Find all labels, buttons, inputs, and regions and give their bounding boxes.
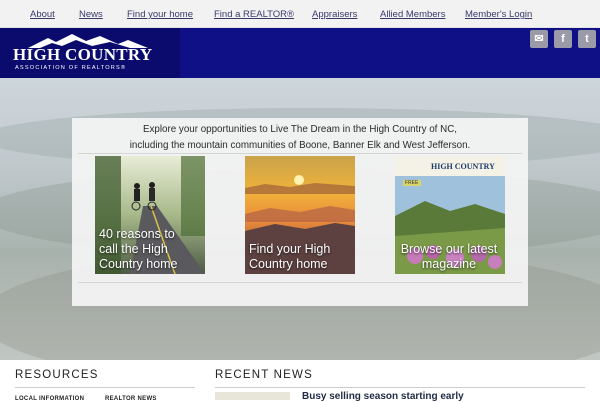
- divider: [215, 387, 585, 388]
- card-caption: Find your High Country home: [249, 242, 331, 271]
- twitter-icon[interactable]: t: [578, 30, 596, 48]
- resource-link-realtor-news[interactable]: REALTOR NEWS: [105, 396, 157, 402]
- news-thumbnail[interactable]: [215, 392, 290, 400]
- divider: [78, 282, 522, 283]
- card-find-home[interactable]: Find your High Country home: [245, 156, 355, 274]
- nav-appraisers[interactable]: Appraisers: [312, 9, 357, 20]
- news-headline[interactable]: Busy selling season starting early: [302, 391, 464, 402]
- nav-about[interactable]: About: [30, 9, 55, 20]
- card-magazine[interactable]: FREE HIGH COUNTRY Browse our latest maga…: [395, 156, 505, 274]
- mail-icon[interactable]: ✉: [530, 30, 548, 48]
- hero-intro: Explore your opportunities to Live The D…: [129, 124, 471, 151]
- resources-title: RESOURCES: [15, 369, 99, 381]
- top-navigation: About News Find your home Find a REALTOR…: [0, 0, 600, 28]
- logo-subtitle: ASSOCIATION OF REALTORS®: [15, 65, 127, 71]
- card-caption: 40 reasons to call the High Country home: [99, 227, 178, 271]
- recent-news-title: RECENT NEWS: [215, 369, 313, 381]
- card-40-reasons[interactable]: 40 reasons to call the High Country home: [95, 156, 205, 274]
- nav-allied-members[interactable]: Allied Members: [380, 9, 445, 20]
- card-caption: Browse our latest magazine: [400, 242, 498, 271]
- nav-find-your-home[interactable]: Find your home: [127, 9, 193, 20]
- site-header: HIGH COUNTRY ASSOCIATION OF REALTORS® ✉ …: [0, 28, 600, 78]
- nav-find-a-realtor[interactable]: Find a REALTOR®: [214, 9, 294, 20]
- logo-name: HIGH COUNTRY: [13, 45, 153, 64]
- divider: [15, 387, 195, 388]
- site-logo[interactable]: HIGH COUNTRY ASSOCIATION OF REALTORS®: [0, 28, 180, 78]
- nav-members-login[interactable]: Member's Login: [465, 9, 532, 20]
- divider: [78, 153, 522, 154]
- magazine-badge: FREE: [405, 180, 419, 186]
- hero-panel: Explore your opportunities to Live The D…: [72, 118, 528, 306]
- facebook-icon[interactable]: f: [554, 30, 572, 48]
- nav-news[interactable]: News: [79, 9, 103, 20]
- resource-link-local-information[interactable]: LOCAL INFORMATION: [15, 396, 84, 402]
- magazine-title: HIGH COUNTRY: [431, 162, 495, 171]
